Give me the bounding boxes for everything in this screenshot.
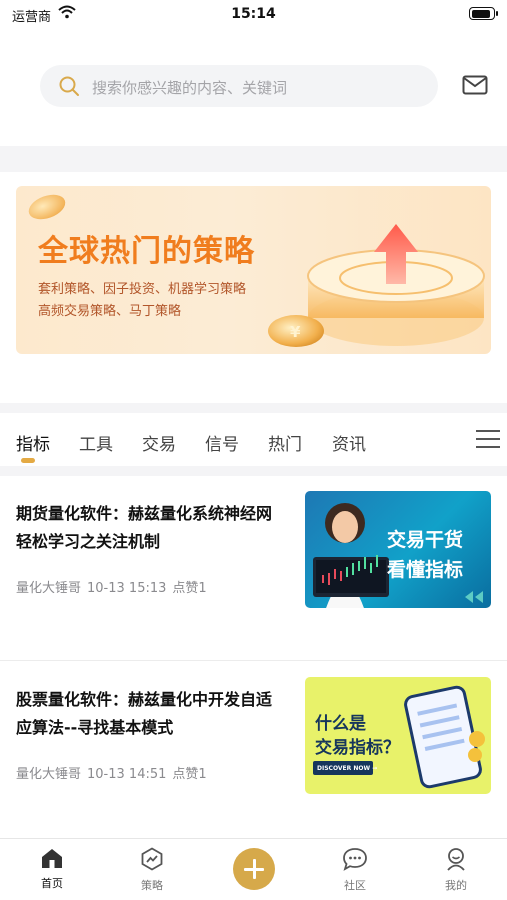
profile-icon (447, 848, 465, 871)
svg-text:¥: ¥ (290, 323, 301, 341)
article-likes: 点赞1 (172, 581, 207, 596)
article-likes: 点赞1 (172, 767, 207, 782)
thumbnail-caption-1: 交易干货 (387, 529, 464, 551)
bottom-nav: 首页 策略 社区 我的 (0, 838, 507, 900)
search-icon (59, 76, 79, 96)
strategy-icon (141, 847, 163, 871)
tab-news[interactable]: 资讯 (332, 430, 366, 455)
plus-icon[interactable] (233, 848, 275, 890)
banner-subtitle-1: 套利策略、因子投资、机器学习策略 (38, 282, 247, 297)
article-title: 股票量化软件：赫兹量化中开发自适应算法--寻找基本模式 (16, 690, 273, 737)
search-placeholder: 搜索你感兴趣的内容、关键词 (92, 79, 288, 97)
tab-tools[interactable]: 工具 (79, 430, 113, 455)
thumbnail-button-label: DISCOVER NOW → (317, 765, 378, 772)
thumbnail-caption-2: 交易指标？ (315, 738, 400, 758)
status-bar: 运营商 15:14 (0, 0, 507, 30)
status-time: 15:14 (231, 6, 276, 22)
article-title: 期货量化软件：赫兹量化系统神经网轻松学习之关注机制 (16, 504, 273, 551)
battery-icon (469, 7, 498, 20)
section-separator (0, 146, 507, 172)
article-time: 10-13 15:13 (87, 581, 167, 596)
article-thumbnail[interactable]: 什么是 交易指标？ DISCOVER NOW → (305, 677, 491, 794)
promo-banner[interactable]: 全球热门的策略 套利策略、因子投资、机器学习策略 高频交易策略、马丁策略 ¥ (16, 186, 491, 354)
coin-decoration (25, 190, 69, 224)
tab-hot[interactable]: 热门 (268, 430, 302, 455)
tab-indicators[interactable]: 指标 (16, 430, 50, 455)
nav-label: 我的 (445, 879, 467, 892)
tab-trading[interactable]: 交易 (142, 430, 176, 455)
nav-label: 社区 (344, 879, 366, 892)
thumbnail-caption-2: 看懂指标 (387, 559, 464, 581)
active-tab-indicator (21, 458, 35, 463)
article-meta: 量化大锤哥 10-13 14:51 点赞1 (16, 763, 213, 782)
article-author: 量化大锤哥 (16, 581, 82, 596)
category-tabs: 指标 工具 交易 信号 热门 资讯 (0, 412, 507, 466)
article-thumbnail[interactable]: 交易干货 看懂指标 (305, 491, 491, 608)
banner-illustration: ¥ (268, 224, 485, 347)
article-author: 量化大锤哥 (16, 767, 82, 782)
nav-home[interactable]: 首页 (22, 847, 82, 891)
home-icon (42, 849, 62, 868)
community-icon (343, 848, 367, 871)
menu-icon[interactable] (475, 428, 501, 450)
mail-icon[interactable] (462, 75, 488, 95)
tab-signals[interactable]: 信号 (205, 430, 239, 455)
search-bar[interactable]: 搜索你感兴趣的内容、关键词 (40, 65, 438, 107)
nav-label: 策略 (141, 879, 163, 892)
article-time: 10-13 14:51 (87, 767, 167, 782)
banner-title: 全球热门的策略 (38, 234, 255, 269)
section-separator (0, 466, 507, 476)
nav-strategy[interactable]: 策略 (122, 847, 182, 893)
banner-subtitle-2: 高频交易策略、马丁策略 (38, 304, 182, 319)
nav-label: 首页 (41, 877, 63, 890)
article-meta: 量化大锤哥 10-13 15:13 点赞1 (16, 577, 213, 596)
nav-profile[interactable]: 我的 (426, 847, 486, 893)
divider (0, 660, 507, 661)
nav-community[interactable]: 社区 (325, 847, 385, 893)
thumbnail-caption-1: 什么是 (315, 714, 366, 734)
